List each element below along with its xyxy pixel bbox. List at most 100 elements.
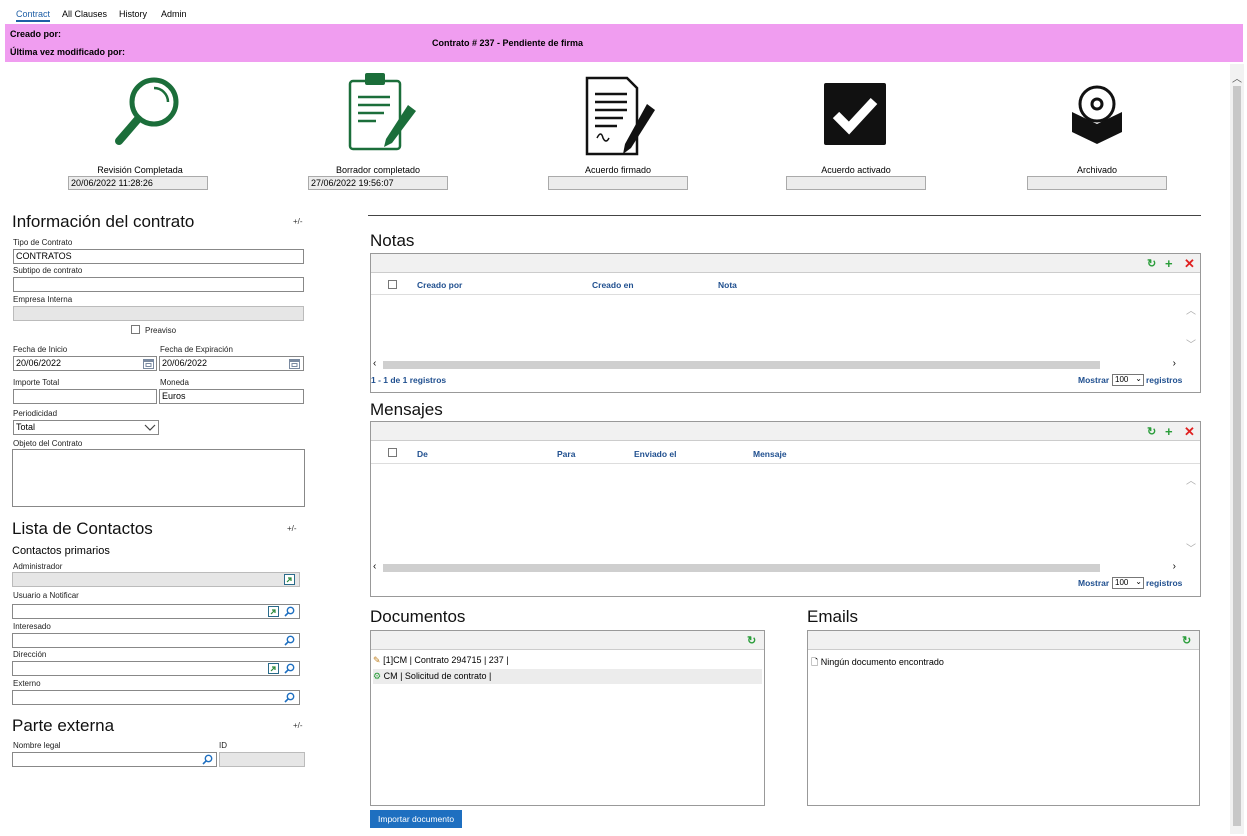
search-icon[interactable]: [284, 692, 295, 703]
external-party-toggle[interactable]: +/-: [293, 721, 303, 730]
horizontal-scrollbar[interactable]: ‹ ›: [371, 561, 1200, 573]
contract-subtype-label: Subtipo de contrato: [13, 266, 83, 275]
horizontal-scrollbar[interactable]: ‹ ›: [371, 358, 1200, 370]
legal-name-field[interactable]: [12, 752, 217, 767]
contract-object-textarea[interactable]: [12, 449, 305, 507]
page-size-select[interactable]: 100 ⌄: [1112, 374, 1144, 386]
column-header[interactable]: Para: [557, 449, 575, 459]
add-icon[interactable]: +: [1165, 425, 1173, 438]
primary-contacts-title: Contactos primarios: [12, 545, 110, 557]
column-header[interactable]: Creado por: [417, 280, 462, 290]
notify-user-label: Usuario a Notificar: [13, 591, 79, 600]
currency-field[interactable]: Euros: [159, 389, 304, 404]
notify-user-field[interactable]: [12, 604, 300, 619]
notes-title: Notas: [370, 231, 415, 250]
created-by-label: Creado por:: [10, 29, 62, 39]
column-header[interactable]: Creado en: [592, 280, 634, 290]
archive-disc-icon: [1072, 85, 1122, 144]
scrollbar-thumb[interactable]: [383, 564, 1100, 572]
search-icon[interactable]: [284, 635, 295, 646]
add-icon[interactable]: +: [1165, 257, 1173, 270]
start-date-label: Fecha de Inicio: [13, 345, 68, 354]
external-party-title: Parte externa: [12, 716, 115, 735]
preaviso-checkbox[interactable]: [131, 325, 140, 334]
document-item-label: [1]CM | Contrato 294715 | 237 |: [383, 655, 509, 665]
refresh-icon[interactable]: ↻: [1147, 426, 1156, 439]
internal-company-label: Empresa Interna: [13, 295, 73, 304]
emails-panel: ↻ 🗋 Ningún documento encontrado: [807, 630, 1200, 806]
divider: [368, 215, 1201, 216]
import-document-button[interactable]: Importar documento: [370, 810, 463, 828]
page-size-value: 100: [1115, 578, 1129, 587]
scroll-up-icon[interactable]: ︿: [1186, 302, 1196, 317]
stage-signed-date: [548, 176, 688, 190]
interested-field[interactable]: [12, 633, 300, 648]
select-all-checkbox[interactable]: [388, 280, 397, 289]
records-label: registros: [1146, 578, 1183, 588]
select-all-checkbox[interactable]: [388, 448, 397, 457]
tab-contract[interactable]: Contract: [16, 9, 51, 22]
external-field[interactable]: [12, 690, 300, 705]
show-label: Mostrar: [1078, 375, 1110, 385]
tab-history[interactable]: History: [119, 9, 147, 19]
documents-title: Documentos: [370, 607, 466, 626]
scroll-down-icon[interactable]: ﹀: [1186, 540, 1196, 555]
column-header[interactable]: Mensaje: [753, 449, 787, 459]
edit-document-icon: ✎: [373, 655, 381, 665]
magnifier-icon: [115, 77, 179, 145]
contacts-title: Lista de Contactos: [12, 519, 153, 538]
page-scrollbar[interactable]: ︿: [1230, 64, 1244, 834]
refresh-icon[interactable]: ↻: [1147, 258, 1156, 271]
start-date-field[interactable]: 20/06/2022: [13, 356, 157, 371]
search-icon[interactable]: [284, 663, 295, 674]
column-header[interactable]: De: [417, 449, 428, 459]
search-icon[interactable]: [284, 606, 295, 617]
emails-empty-text: Ningún documento encontrado: [820, 657, 944, 667]
scroll-up-icon[interactable]: ︿: [1232, 70, 1242, 85]
delete-icon[interactable]: ✕: [1184, 257, 1195, 270]
messages-toolbar: ↻ + ✕: [371, 422, 1200, 441]
tab-admin[interactable]: Admin: [161, 9, 187, 19]
scroll-left-icon[interactable]: ‹: [373, 561, 376, 572]
scroll-right-icon[interactable]: ›: [1173, 561, 1176, 572]
tab-all-clauses[interactable]: All Clauses: [62, 9, 107, 19]
lookup-card-icon[interactable]: [268, 606, 279, 617]
refresh-icon[interactable]: ↻: [747, 635, 756, 648]
direction-field[interactable]: [12, 661, 300, 676]
calendar-icon[interactable]: [143, 358, 154, 369]
document-item[interactable]: ✎ [1]CM | Contrato 294715 | 237 |: [373, 653, 762, 668]
column-header[interactable]: Enviado el: [634, 449, 677, 459]
scroll-right-icon[interactable]: ›: [1173, 358, 1176, 369]
emails-empty-row: 🗋 Ningún documento encontrado: [811, 655, 944, 671]
document-item[interactable]: ⚙ CM | Solicitud de contrato |: [373, 669, 762, 684]
header-divider: [371, 463, 1200, 464]
notes-toolbar: ↻ + ✕: [371, 254, 1200, 273]
refresh-icon[interactable]: ↻: [1182, 635, 1191, 648]
search-icon[interactable]: [202, 754, 213, 765]
column-header[interactable]: Nota: [718, 280, 737, 290]
scrollbar-thumb[interactable]: [1233, 86, 1241, 826]
calendar-icon[interactable]: [289, 358, 300, 369]
contacts-toggle[interactable]: +/-: [287, 524, 297, 533]
external-label: Externo: [13, 679, 41, 688]
lookup-card-icon[interactable]: [284, 574, 295, 585]
scroll-up-icon[interactable]: ︿: [1186, 472, 1196, 487]
contract-type-field[interactable]: CONTRATOS: [13, 249, 304, 264]
lookup-card-icon[interactable]: [268, 663, 279, 674]
total-amount-field[interactable]: [13, 389, 157, 404]
workflow-icon: ⚙: [373, 671, 382, 681]
scrollbar-thumb[interactable]: [383, 361, 1100, 369]
page-size-select[interactable]: 100 ⌄: [1112, 577, 1144, 589]
contract-title: Contrato # 237 - Pendiente de firma: [432, 38, 584, 48]
contract-info-toggle[interactable]: +/-: [293, 217, 303, 226]
expiration-date-field[interactable]: 20/06/2022: [159, 356, 304, 371]
periodicity-select[interactable]: Total: [13, 420, 159, 435]
delete-icon[interactable]: ✕: [1184, 425, 1195, 438]
stage-activated-date: [786, 176, 926, 190]
scroll-left-icon[interactable]: ‹: [373, 358, 376, 369]
records-label: registros: [1146, 375, 1183, 385]
contract-subtype-field[interactable]: [13, 277, 304, 292]
scroll-down-icon[interactable]: ﹀: [1186, 336, 1196, 351]
notes-grid: ↻ + ✕ Creado por Creado en Nota ︿ ﹀ ‹ › …: [370, 253, 1201, 393]
currency-label: Moneda: [160, 378, 189, 387]
